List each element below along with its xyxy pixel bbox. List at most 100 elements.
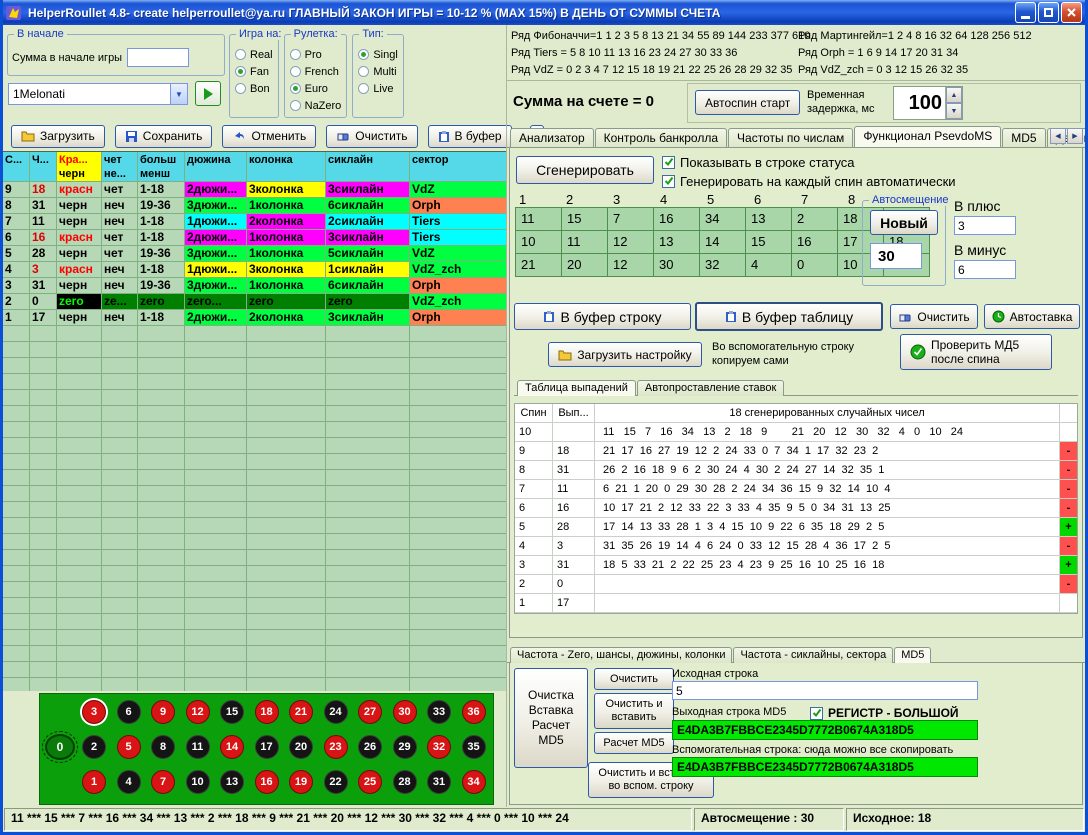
md5-calc-button[interactable]: Расчет MD5 — [594, 732, 674, 754]
buffer-row-button[interactable]: В буфер строку — [514, 303, 691, 330]
history-row[interactable]: 918краснчет1-182дюжи...3колонка3сиклайнV… — [3, 182, 506, 198]
ps-clear-button[interactable]: Очистить — [890, 304, 978, 329]
ps-grid-cell[interactable]: 34 — [699, 207, 746, 231]
md5-aux-field[interactable]: E4DA3B7FBBCE2345D7772B0674A318D5 — [672, 757, 978, 777]
drop-row[interactable]: 7116 21 1 20 0 29 30 28 2 24 34 36 15 9 … — [515, 480, 1077, 499]
history-row[interactable]: 711черннеч1-181дюжи...2колонка2сиклайнTi… — [3, 214, 506, 230]
history-row[interactable]: 616краснчет1-182дюжи...1колонка3сиклайнT… — [3, 230, 506, 246]
radio-option-euro[interactable]: Euro — [290, 80, 342, 97]
board-number-34[interactable]: 34 — [462, 770, 486, 794]
board-number-13[interactable]: 13 — [220, 770, 244, 794]
ps-grid-cell[interactable]: 16 — [791, 230, 838, 254]
drop-row[interactable]: 33118 5 33 21 2 22 25 23 4 23 9 25 16 10… — [515, 556, 1077, 575]
autospin-start-button[interactable]: Автоспин старт — [695, 90, 800, 115]
tab-drop-1[interactable]: Автопроставление ставок — [637, 380, 784, 396]
board-number-20[interactable]: 20 — [289, 735, 313, 759]
check-md5-button[interactable]: Проверить МД5 после спина — [900, 334, 1052, 370]
drop-row[interactable]: 52817 14 13 33 28 1 3 4 15 10 9 22 6 35 … — [515, 518, 1077, 537]
load-button[interactable]: Загрузить — [11, 125, 105, 148]
load-settings-button[interactable]: Загрузить настройку — [548, 342, 702, 367]
history-row[interactable]: 831черннеч19-363дюжи...1колонка6сиклайнO… — [3, 198, 506, 214]
ps-grid-cell[interactable]: 12 — [607, 230, 654, 254]
board-number-10[interactable]: 10 — [186, 770, 210, 794]
board-number-31[interactable]: 31 — [427, 770, 451, 794]
board-number-36[interactable]: 36 — [462, 700, 486, 724]
clear-button[interactable]: Очистить — [326, 125, 417, 148]
play-button[interactable] — [195, 81, 221, 106]
radio-option-nazero[interactable]: NaZero — [290, 97, 342, 114]
tabs-scroll-right-button[interactable]: ▶ — [1067, 128, 1083, 144]
drop-row[interactable]: 83126 2 16 18 9 6 2 30 24 4 30 2 24 27 1… — [515, 461, 1077, 480]
history-row[interactable]: 528чернчет19-363дюжи...1колонка5сиклайнV… — [3, 246, 506, 262]
board-number-16[interactable]: 16 — [255, 770, 279, 794]
drop-row[interactable]: 117 — [515, 594, 1077, 613]
tab-drop-0[interactable]: Таблица выпадений — [517, 380, 636, 396]
checkbox-show-in-status[interactable]: Показывать в строке статуса — [662, 153, 956, 171]
radio-option-multi[interactable]: Multi — [358, 63, 397, 80]
checkbox-generate-each-spin[interactable]: Генерировать на каждый спин автоматическ… — [662, 172, 956, 190]
ps-grid-cell[interactable]: 0 — [791, 253, 838, 277]
preset-select[interactable]: 1Melonati ▼ — [8, 83, 188, 105]
tabs-scroll-left-button[interactable]: ◀ — [1050, 128, 1066, 144]
board-number-8[interactable]: 8 — [151, 735, 175, 759]
ps-grid-cell[interactable]: 11 — [561, 230, 608, 254]
radio-option-french[interactable]: French — [290, 63, 342, 80]
history-header-cell[interactable]: Кра...черн — [57, 152, 102, 182]
radio-option-real[interactable]: Real — [235, 46, 273, 63]
ps-grid-cell[interactable]: 32 — [699, 253, 746, 277]
tab-main-1[interactable]: Контроль банкролла — [595, 128, 727, 148]
history-header-cell[interactable]: четне... — [102, 152, 138, 182]
board-number-0[interactable]: 0 — [45, 734, 75, 760]
tab-main-0[interactable]: Анализатор — [510, 128, 594, 148]
ps-grid-cell[interactable]: 30 — [653, 253, 700, 277]
board-number-26[interactable]: 26 — [358, 735, 382, 759]
ps-grid-cell[interactable]: 2 — [791, 207, 838, 231]
save-button[interactable]: Сохранить — [115, 125, 213, 148]
history-row[interactable]: 20zeroze...zerozero...zerozeroVdZ_zch — [3, 294, 506, 310]
board-number-29[interactable]: 29 — [393, 735, 417, 759]
minimize-button[interactable] — [1015, 2, 1036, 23]
tab-freq-2[interactable]: MD5 — [894, 647, 931, 663]
drop-row[interactable]: 91821 17 16 27 19 12 2 24 33 0 7 34 1 17… — [515, 442, 1077, 461]
board-number-5[interactable]: 5 — [117, 735, 141, 759]
board-number-25[interactable]: 25 — [358, 770, 382, 794]
undo-button[interactable]: Отменить — [222, 125, 316, 148]
buffer-button[interactable]: В буфер — [428, 125, 512, 148]
radio-option-live[interactable]: Live — [358, 80, 397, 97]
drop-row[interactable]: 4331 35 26 19 14 4 6 24 0 33 12 15 28 4 … — [515, 537, 1077, 556]
generate-button[interactable]: Сгенерировать — [516, 156, 654, 184]
radio-option-fan[interactable]: Fan — [235, 63, 273, 80]
board-number-24[interactable]: 24 — [324, 700, 348, 724]
tab-freq-1[interactable]: Частота - сиклайны, сектора — [733, 647, 893, 663]
board-number-19[interactable]: 19 — [289, 770, 313, 794]
autostake-button[interactable]: Автоставка — [984, 304, 1080, 329]
buffer-table-button[interactable]: В буфер таблицу — [695, 302, 883, 331]
ps-grid-cell[interactable]: 14 — [699, 230, 746, 254]
ps-grid-cell[interactable]: 20 — [561, 253, 608, 277]
ps-grid-cell[interactable]: 15 — [561, 207, 608, 231]
delay-value[interactable]: 100 — [894, 87, 945, 119]
history-header-cell[interactable]: колонка — [247, 152, 326, 182]
board-number-18[interactable]: 18 — [255, 700, 279, 724]
tab-main-2[interactable]: Частоты по числам — [728, 128, 853, 148]
history-row[interactable]: 43красннеч1-181дюжи...3колонка1сиклайнVd… — [3, 262, 506, 278]
md5-clear-button[interactable]: Очистить — [594, 668, 674, 690]
board-number-3[interactable]: 3 — [82, 700, 106, 724]
board-number-12[interactable]: 12 — [186, 700, 210, 724]
radio-option-singl[interactable]: Singl — [358, 46, 397, 63]
board-number-21[interactable]: 21 — [289, 700, 313, 724]
history-header-cell[interactable]: сиклайн — [326, 152, 410, 182]
history-header-cell[interactable]: дюжина — [185, 152, 247, 182]
ps-grid-cell[interactable]: 11 — [515, 207, 562, 231]
board-number-35[interactable]: 35 — [462, 735, 486, 759]
spinner-down-button[interactable]: ▼ — [946, 103, 962, 119]
ps-grid-cell[interactable]: 7 — [607, 207, 654, 231]
board-number-17[interactable]: 17 — [255, 735, 279, 759]
drop-row[interactable]: 20- — [515, 575, 1077, 594]
history-header-cell[interactable]: сектор — [410, 152, 506, 182]
board-number-4[interactable]: 4 — [117, 770, 141, 794]
radio-option-bon[interactable]: Bon — [235, 80, 273, 97]
board-number-23[interactable]: 23 — [324, 735, 348, 759]
md5-clear-insert-button[interactable]: Очистить и вставить — [594, 693, 674, 729]
tab-main-4[interactable]: MD5 — [1002, 128, 1045, 148]
